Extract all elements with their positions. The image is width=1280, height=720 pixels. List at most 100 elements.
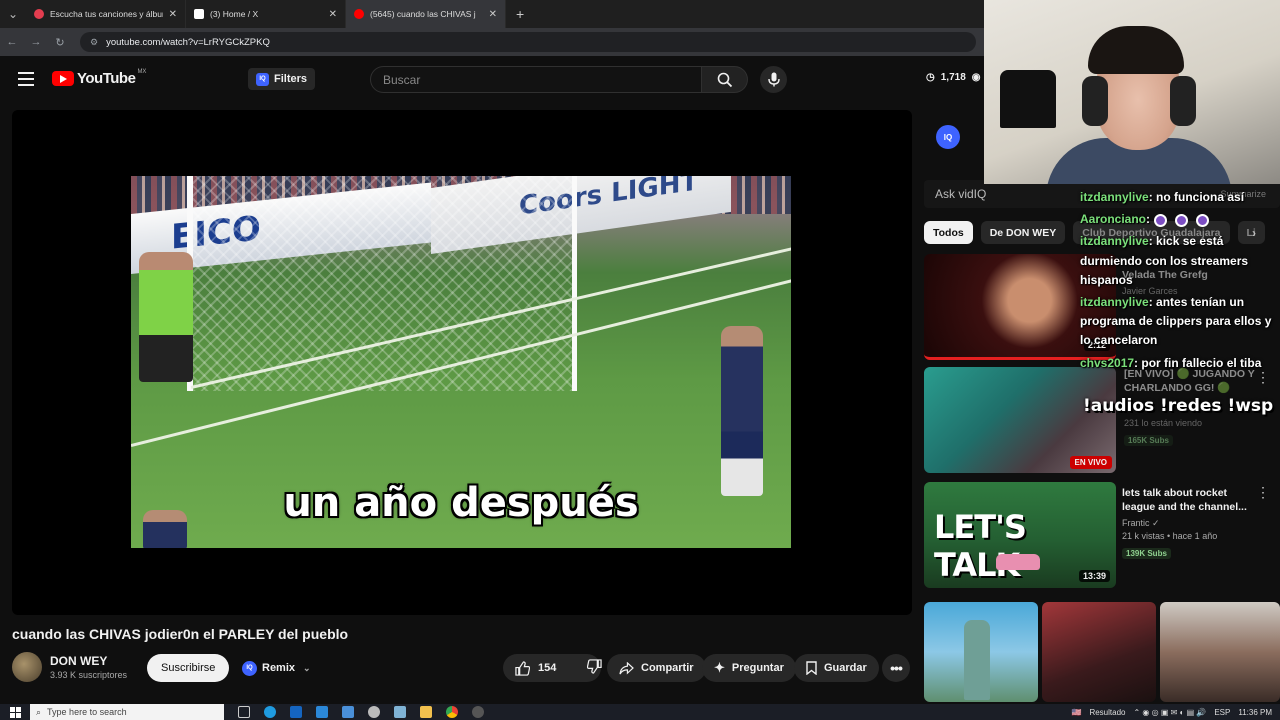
like-button[interactable]: 154 [515, 660, 556, 676]
browser-tab[interactable]: Escucha tus canciones y álbume ✕ [26, 0, 186, 28]
share-label: Compartir [641, 662, 694, 674]
weather-label[interactable]: Resultado [1089, 708, 1125, 717]
dislike-button[interactable] [587, 659, 603, 677]
youtube-logo[interactable]: YouTube MX [52, 68, 147, 87]
browser-tab-bar: ⌄ Escucha tus canciones y álbume ✕ (3) H… [0, 0, 984, 28]
video-duration: 13:39 [1078, 570, 1110, 582]
chat-user: itzdannylive [1080, 294, 1149, 309]
short-thumbnail[interactable] [924, 602, 1038, 702]
eye-icon: ◉ [971, 72, 981, 83]
clock[interactable]: 11:36 PM [1238, 708, 1272, 717]
bookmark-icon [806, 661, 817, 675]
tab-title: (5645) cuando las CHIVAS j [370, 9, 476, 19]
save-button[interactable]: Guardar [794, 654, 879, 682]
emote-icon [1196, 213, 1210, 227]
language-indicator[interactable]: ESP [1214, 708, 1230, 717]
task-view-icon[interactable] [238, 706, 250, 718]
chat-text: : [1146, 212, 1151, 227]
chat-message: itzdannylive: kick se está durmiendo con… [1074, 232, 1280, 290]
short-thumbnail[interactable] [1160, 602, 1280, 702]
stat-time: 1,718 [940, 72, 966, 83]
edge-icon[interactable] [264, 706, 276, 718]
car-icon [996, 554, 1040, 570]
forward-icon[interactable]: → [24, 36, 48, 48]
video-thumbnail[interactable]: LET'S TALK 13:39 [924, 482, 1116, 588]
tray-icons[interactable]: ⌃ ◉ ◎ ▣ ✉ ◐ ▤ 🔊 [1133, 708, 1206, 717]
search-input[interactable]: Buscar [370, 66, 702, 93]
recommended-video[interactable]: EN VIVO [EN VIVO] 🟢 JUGANDO Y CHARLANDO … [924, 367, 1280, 473]
video-thumbnail[interactable]: EN VIVO [924, 367, 1116, 473]
chat-message: chvs2017: por fin fallecio el tiba [1074, 354, 1280, 373]
start-button[interactable] [0, 706, 30, 718]
country-code: MX [137, 68, 147, 75]
subs-badge: 165K Subs [1124, 434, 1173, 446]
more-actions-button[interactable]: ••• [882, 654, 910, 682]
folder-icon[interactable] [420, 706, 432, 718]
recommended-video[interactable]: LET'S TALK 13:39 lets talk about rocket … [924, 482, 1280, 588]
search-placeholder: Buscar [383, 72, 421, 87]
ask-button[interactable]: ✦ Preguntar [702, 654, 796, 682]
short-thumbnail[interactable] [1042, 602, 1156, 702]
chat-user: Aaronciano [1080, 212, 1147, 227]
stream-chat: itzdannylive : no funciona así Aaronciano… [1074, 188, 1280, 376]
taskbar-search[interactable]: ⌕ Type here to search [30, 704, 224, 720]
video-frame: EICO Coors LIGHT un año después [131, 176, 791, 548]
taskbar-apps [238, 706, 484, 718]
search-button[interactable] [702, 66, 748, 93]
menu-icon[interactable] [18, 72, 34, 86]
store-icon[interactable] [316, 706, 328, 718]
channel-info[interactable]: DON WEY 3.93 K suscriptores [12, 652, 127, 682]
thumbs-down-icon [587, 659, 603, 674]
more-options-icon[interactable]: ⋮ [1256, 484, 1270, 501]
video-channel[interactable]: Frantic [1122, 518, 1150, 528]
steam-icon[interactable] [472, 706, 484, 718]
close-tab-icon[interactable]: ✕ [169, 9, 177, 20]
share-icon [619, 661, 634, 675]
vidiq-icon[interactable]: IQ [936, 125, 960, 149]
chat-text: : no funciona así [1148, 190, 1245, 204]
weather-icon[interactable]: 🇺🇸 [1071, 708, 1081, 717]
subscribe-button[interactable]: Suscribirse [147, 654, 230, 682]
chat-message: itzdannylive: antes tenían un programa d… [1074, 293, 1280, 351]
chat-user: itzdannylive [1080, 234, 1149, 249]
vscode-icon[interactable] [342, 706, 354, 718]
emote-icon [1175, 213, 1189, 227]
remix-button[interactable]: IQ Remix ⌄ [236, 656, 317, 680]
chip-label: Todos [933, 226, 964, 239]
vidiq-stats: ◷ 1,718 ◉ 1 [926, 72, 992, 83]
share-button[interactable]: Compartir [607, 654, 706, 682]
site-info-icon[interactable]: ⚙ [90, 37, 98, 48]
windows-taskbar: ⌕ Type here to search 🇺🇸 Resultado ⌃ ◉ ◎… [0, 704, 1280, 720]
webcam-overlay [984, 0, 1280, 184]
headphones-band [1088, 26, 1184, 74]
search-icon [717, 72, 732, 87]
music-favicon-icon [34, 9, 44, 19]
chip-label: De DON WEY [989, 226, 1057, 239]
chrome-icon[interactable] [446, 706, 458, 718]
back-icon[interactable]: ← [0, 36, 24, 48]
vidiq-icon: IQ [256, 72, 269, 86]
voice-search-button[interactable] [760, 66, 787, 93]
reload-icon[interactable]: ↻ [48, 36, 72, 49]
filters-button[interactable]: IQ Filters [248, 68, 316, 90]
outlook-icon[interactable] [290, 706, 302, 718]
close-tab-icon[interactable]: ✕ [489, 9, 497, 20]
chat-message: Aaronciano: [1074, 210, 1280, 229]
browser-tab[interactable]: (3) Home / X ✕ [186, 0, 346, 28]
channel-avatar[interactable] [12, 652, 42, 682]
video-title[interactable]: lets talk about rocket league and the ch… [1122, 486, 1262, 514]
close-tab-icon[interactable]: ✕ [329, 9, 337, 20]
channel-name[interactable]: DON WEY [50, 654, 127, 668]
notepad-icon[interactable] [394, 706, 406, 718]
address-bar[interactable]: ⚙ youtube.com/watch?v=LrRYGCkZPKQ [80, 32, 976, 52]
video-player[interactable]: EICO Coors LIGHT un año después [12, 110, 912, 615]
chip-channel[interactable]: De DON WEY [980, 221, 1066, 244]
tab-list-icon[interactable]: ⌄ [0, 0, 26, 28]
x-favicon-icon [194, 9, 204, 19]
ask-placeholder: Ask vidIQ [935, 187, 987, 201]
browser-tab-active[interactable]: (5645) cuando las CHIVAS j ✕ [346, 0, 506, 28]
chip-all[interactable]: Todos [924, 221, 973, 244]
new-tab-icon[interactable]: + [516, 6, 524, 22]
emote-icon [1154, 213, 1168, 227]
obs-icon[interactable] [368, 706, 380, 718]
